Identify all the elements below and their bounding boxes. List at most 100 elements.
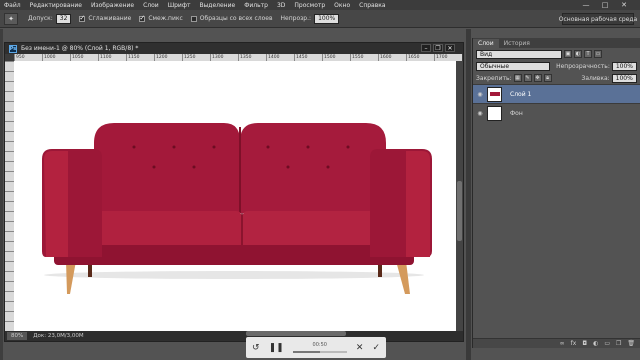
layers-panel: Слои История Вид ▣ ◐ T ▭ Обычные Непрозр… (472, 38, 640, 348)
shape-filter-icon[interactable]: ▭ (594, 50, 602, 58)
sample-all-label: Образцы со всех слоев (199, 15, 273, 22)
layer-thumbnail[interactable] (487, 86, 502, 102)
menu-3d[interactable]: 3D (277, 2, 285, 9)
menu-window[interactable]: Окно (334, 2, 350, 9)
horizontal-ruler[interactable]: 950 1000 1050 1100 1150 1200 1250 1300 1… (14, 54, 462, 61)
ruler-tick: 1150 (126, 54, 154, 61)
mask-icon[interactable]: ◘ (582, 340, 587, 347)
new-layer-icon[interactable]: ❐ (616, 340, 621, 347)
rewind-icon[interactable]: ↺ (252, 343, 260, 353)
panel-dock-icons[interactable] (466, 29, 471, 360)
minimize-button[interactable]: — (581, 0, 591, 10)
doc-minimize-button[interactable]: – (421, 44, 431, 52)
layer-row-1[interactable]: ◉ Слой 1 (473, 84, 640, 103)
magic-wand-icon[interactable]: ✦ (4, 12, 18, 25)
options-bar: ✦ Допуск: 32 Сглаживание Смеж.пикс Образ… (0, 10, 640, 28)
document-title: Без имени-1 @ 80% (Слой 1, RGB/8) * (21, 45, 139, 52)
document-window: Ps Без имени-1 @ 80% (Слой 1, RGB/8) * –… (4, 42, 464, 342)
menu-view[interactable]: Просмотр (294, 2, 325, 9)
visibility-eye-icon[interactable]: ◉ (473, 110, 487, 117)
doc-close-button[interactable]: ✕ (445, 44, 455, 52)
adjustment-filter-icon[interactable]: ◐ (574, 50, 582, 58)
antialias-label: Сглаживание (88, 15, 132, 22)
folder-icon[interactable]: ▭ (604, 340, 610, 347)
vertical-scrollbar[interactable] (456, 61, 463, 333)
layer-filter-select[interactable]: Вид (476, 49, 562, 59)
menu-edit[interactable]: Редактирование (30, 2, 82, 9)
adjustment-icon[interactable]: ◐ (593, 340, 598, 347)
lock-move-icon[interactable]: ✥ (533, 74, 542, 82)
timeline[interactable]: 00:50 (292, 342, 347, 353)
ruler-tick: 1050 (70, 54, 98, 61)
ruler-tick: 1400 (266, 54, 294, 61)
image-filter-icon[interactable]: ▣ (564, 50, 572, 58)
cancel-icon[interactable]: ✕ (356, 343, 364, 353)
document-tab[interactable]: Ps Без имени-1 @ 80% (Слой 1, RGB/8) * –… (5, 43, 463, 54)
layer-name[interactable]: Фон (510, 110, 523, 117)
contiguous-label: Смеж.пикс (148, 15, 183, 22)
tab-layers[interactable]: Слои (473, 39, 499, 48)
menu-select[interactable]: Выделение (199, 2, 235, 9)
tools-panel[interactable] (0, 29, 3, 360)
layers-panel-footer: ∞ fx ◘ ◐ ▭ ❐ 🗑︎ (473, 338, 640, 348)
contiguous-group[interactable]: Смеж.пикс (139, 14, 183, 22)
ruler-tick: 1000 (42, 54, 70, 61)
ruler-tick: 1500 (322, 54, 350, 61)
doc-restore-button[interactable]: ❐ (433, 44, 443, 52)
layer-thumbnail[interactable] (487, 105, 502, 121)
menu-filter[interactable]: Фильтр (244, 2, 268, 9)
antialias-checkbox[interactable] (79, 14, 86, 22)
blend-mode-select[interactable]: Обычные (476, 61, 551, 71)
lock-transparent-icon[interactable]: ▦ (513, 74, 522, 82)
menu-bar: Файл Редактирование Изображение Слои Шри… (0, 0, 640, 10)
pause-icon[interactable]: ❚❚ (269, 343, 284, 353)
layer-name[interactable]: Слой 1 (510, 91, 531, 98)
maximize-button[interactable]: □ (600, 0, 610, 10)
opacity-group: Непрозр.: 100% (280, 13, 340, 24)
menu-layers[interactable]: Слои (143, 2, 159, 9)
trash-icon[interactable]: 🗑︎ (627, 340, 635, 347)
tolerance-label: Допуск: (28, 15, 53, 22)
sample-all-group[interactable]: Образцы со всех слоев (190, 15, 273, 22)
document-window-controls: – ❐ ✕ (419, 44, 455, 52)
ruler-tick: 1600 (378, 54, 406, 61)
close-button[interactable]: ✕ (619, 0, 629, 10)
menu-help[interactable]: Справка (359, 2, 385, 9)
fx-icon[interactable]: fx (571, 340, 577, 347)
workspace-button[interactable]: Основная рабочая среда (559, 13, 637, 25)
time-readout: 00:50 (312, 342, 327, 348)
tolerance-input[interactable]: 32 (55, 13, 72, 24)
document-info[interactable]: Док: 23,0M/3,00M (33, 333, 83, 339)
sofa-back-left (94, 123, 240, 213)
vertical-ruler[interactable] (5, 61, 14, 333)
horizontal-scrollbar[interactable] (246, 331, 346, 336)
menu-type[interactable]: Шрифт (168, 2, 191, 9)
canvas[interactable] (14, 61, 456, 333)
contiguous-checkbox[interactable] (139, 14, 146, 22)
menu-image[interactable]: Изображение (91, 2, 134, 9)
blend-row: Обычные Непрозрачность: 100% (473, 60, 640, 72)
tab-history[interactable]: История (499, 39, 535, 48)
progress-bar[interactable] (292, 351, 347, 353)
lock-paint-icon[interactable]: ✎ (523, 74, 532, 82)
text-filter-icon[interactable]: T (584, 50, 592, 58)
lock-label: Закрепить: (476, 74, 512, 82)
tolerance-group: Допуск: 32 (28, 13, 72, 24)
video-player-controls: ↺ ❚❚ 00:50 ✕ ✓ (246, 337, 386, 358)
fill-input[interactable]: 100% (611, 73, 637, 83)
sample-all-checkbox[interactable] (190, 15, 197, 22)
opacity-input[interactable]: 100% (314, 13, 340, 24)
opacity-input[interactable]: 100% (611, 61, 637, 71)
layer-row-background[interactable]: ◉ Фон (473, 103, 640, 122)
confirm-icon[interactable]: ✓ (372, 343, 380, 353)
status-bar: 80% Док: 23,0M/3,00M (5, 331, 463, 341)
scroll-thumb[interactable] (457, 181, 462, 241)
lock-all-icon[interactable]: 🔒︎ (543, 74, 552, 82)
visibility-eye-icon[interactable]: ◉ (473, 91, 487, 98)
menu-file[interactable]: Файл (4, 2, 21, 9)
zoom-level[interactable]: 80% (7, 332, 28, 340)
antialias-group[interactable]: Сглаживание (79, 14, 132, 22)
opacity-label: Непрозр.: (280, 15, 312, 22)
link-icon[interactable]: ∞ (560, 340, 565, 347)
ruler-tick: 1450 (294, 54, 322, 61)
